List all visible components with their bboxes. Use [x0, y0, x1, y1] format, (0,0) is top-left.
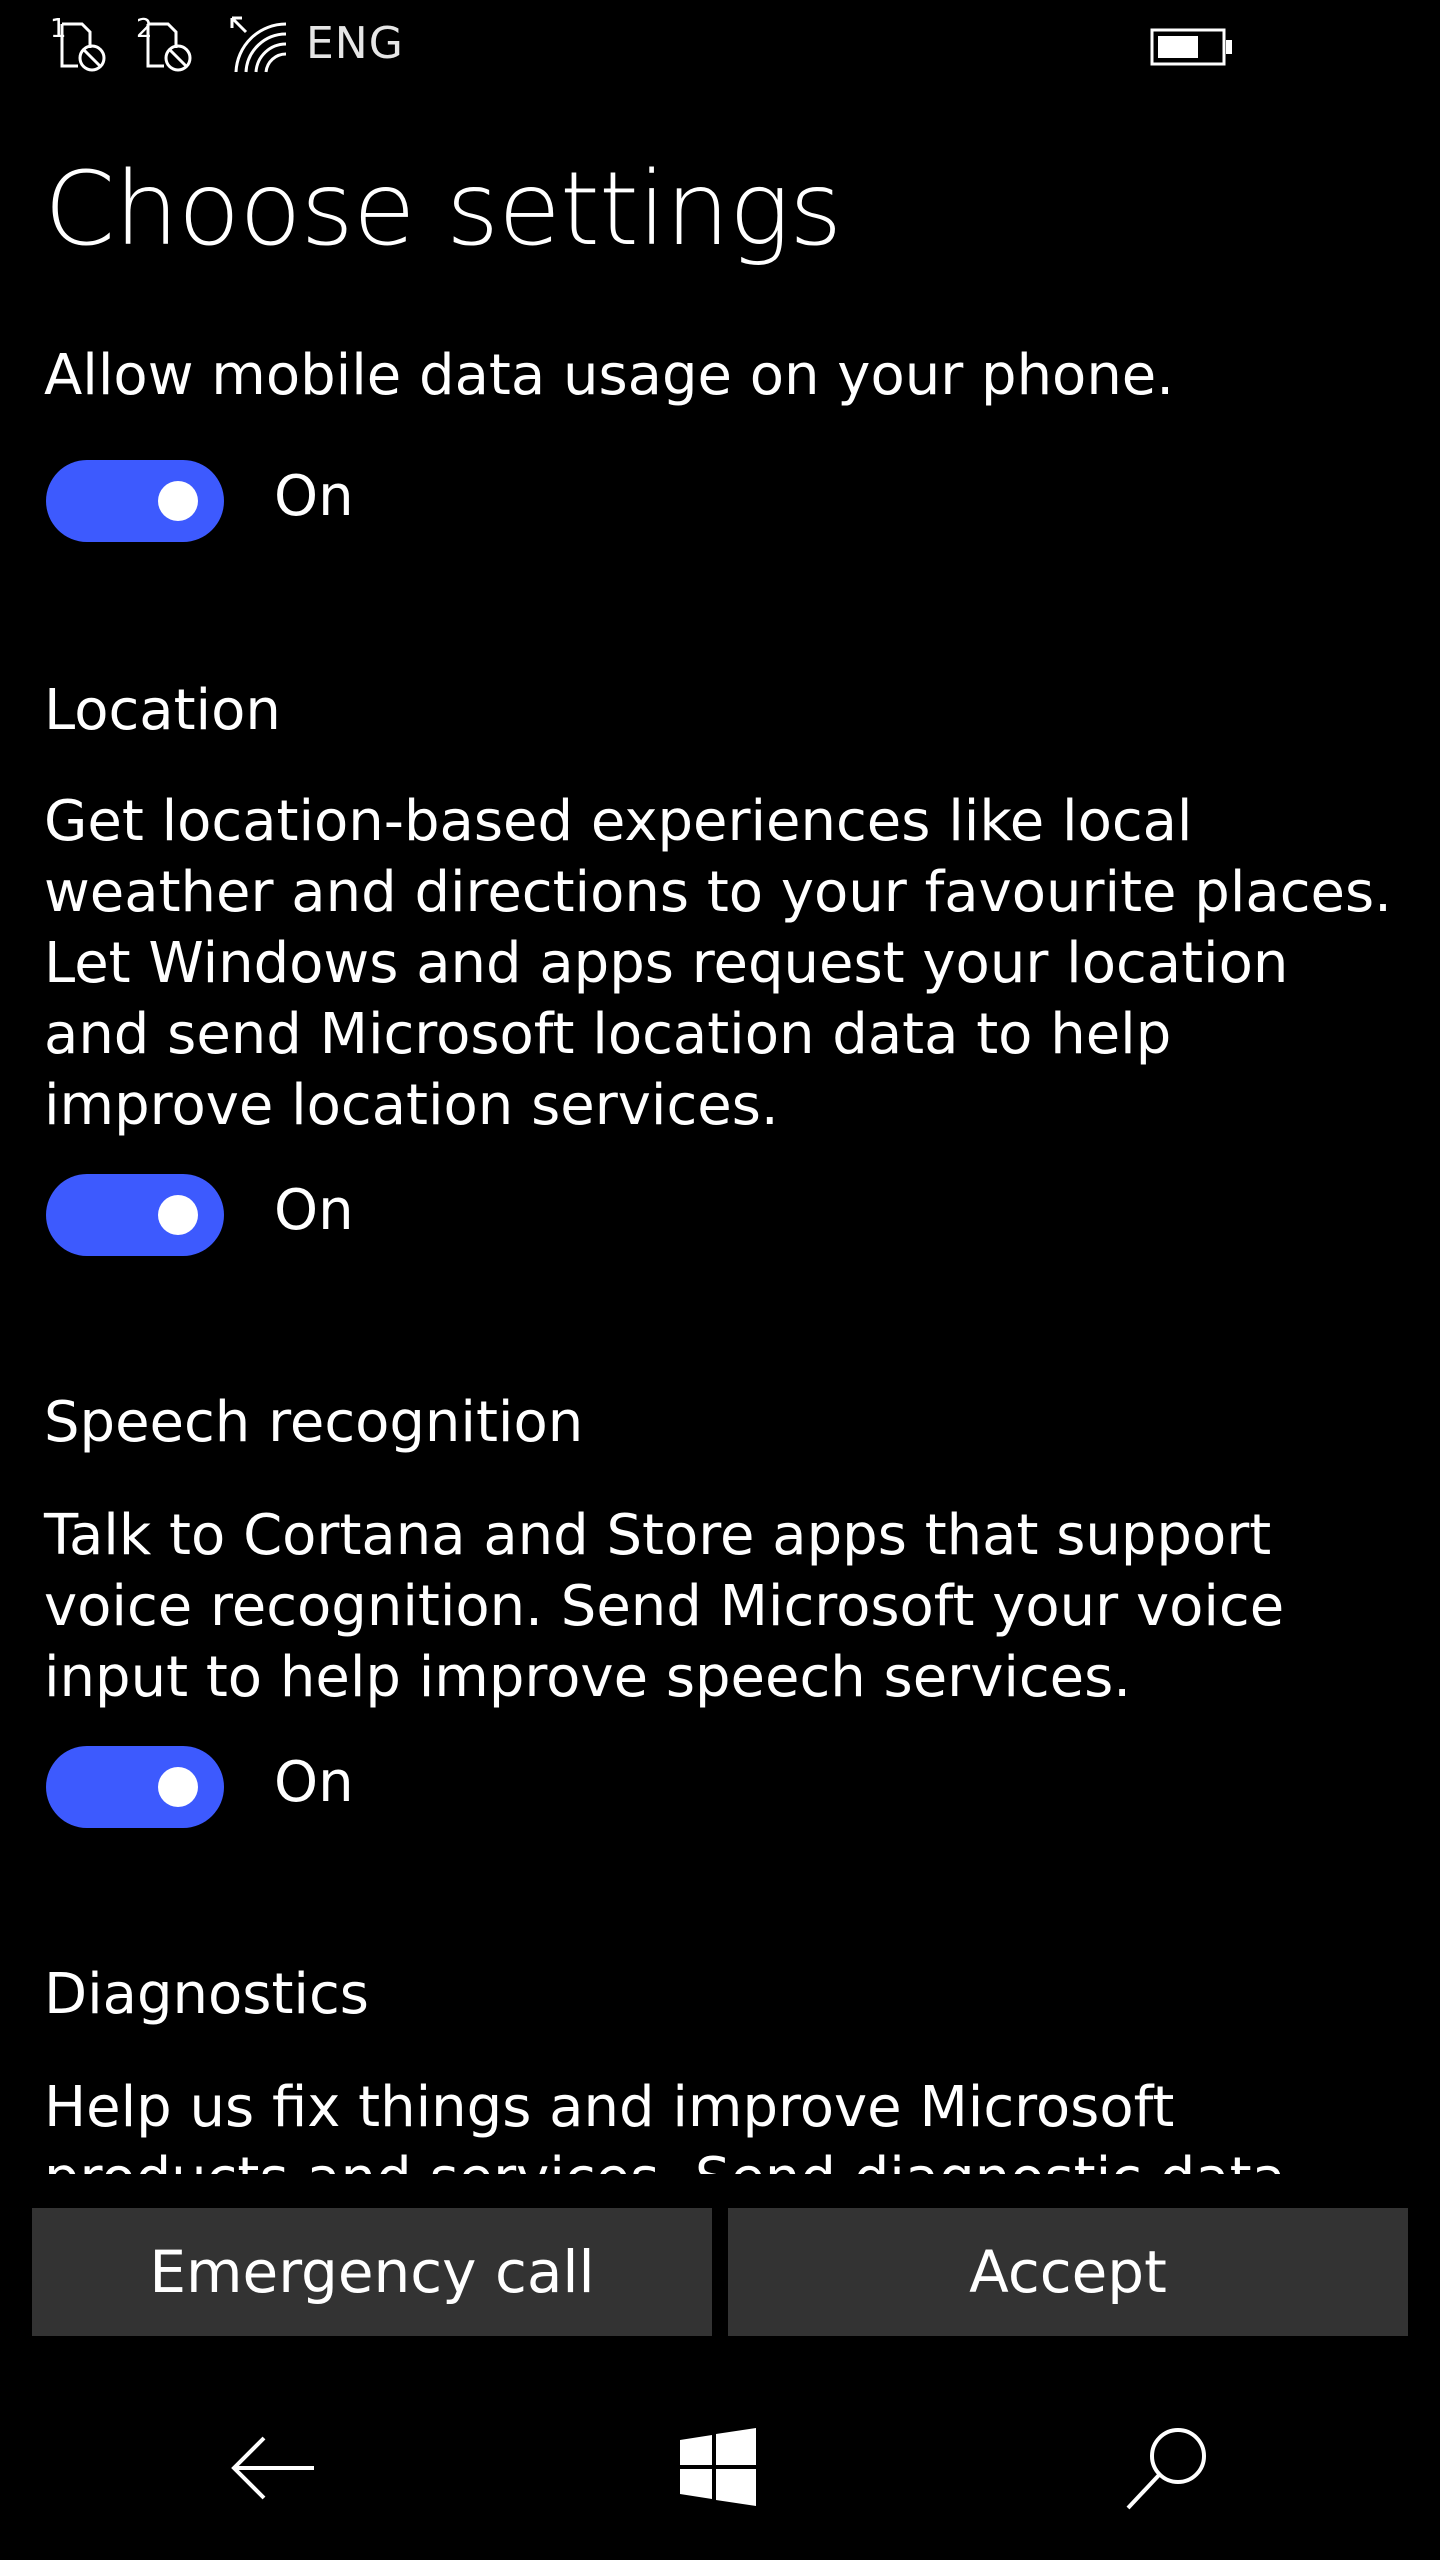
speech-description: Talk to Cortana and Store apps that supp…	[44, 1503, 1285, 1710]
speech-description-block: Talk to Cortana and Store apps that supp…	[44, 1500, 1404, 1713]
speech-toggle[interactable]	[46, 1746, 224, 1828]
scroll-clip-area[interactable]: Help us fix things and improve Microsoft…	[0, 2050, 1440, 2174]
location-heading: Location	[44, 678, 281, 743]
status-bar: 1 2 ENG	[0, 0, 1440, 92]
navigation-bar	[0, 2380, 1440, 2560]
location-toggle-row: On	[46, 1174, 646, 1258]
location-description-block: Get location-based experiences like loca…	[44, 786, 1404, 1141]
speech-section: Speech recognition	[44, 1390, 1404, 1455]
search-icon[interactable]	[1118, 2418, 1218, 2518]
speech-toggle-row: On	[46, 1746, 646, 1830]
location-section: Location	[44, 678, 1404, 743]
mobile-data-toggle[interactable]	[46, 460, 224, 542]
page-title: Choose settings	[44, 150, 842, 269]
mobile-data-section: Allow mobile data usage on your phone.	[44, 340, 1404, 411]
location-toggle[interactable]	[46, 1174, 224, 1256]
mobile-data-toggle-state: On	[274, 464, 354, 529]
language-indicator: ENG	[306, 18, 404, 69]
mobile-data-description: Allow mobile data usage on your phone.	[44, 343, 1175, 408]
diagnostics-description: Help us fix things and improve Microsoft…	[44, 2075, 1286, 2174]
sim-2-no-service-icon: 2	[136, 14, 200, 76]
diagnostics-section: Diagnostics	[44, 1962, 1404, 2027]
toggle-knob	[158, 1767, 198, 1807]
back-arrow-icon[interactable]	[222, 2418, 322, 2518]
sim-1-no-service-icon: 1	[50, 14, 114, 76]
accept-button[interactable]: Accept	[728, 2208, 1408, 2336]
windows-start-icon[interactable]	[668, 2418, 768, 2518]
toggle-knob	[158, 1195, 198, 1235]
wifi-icon	[228, 14, 292, 76]
speech-heading: Speech recognition	[44, 1390, 584, 1455]
diagnostics-heading: Diagnostics	[44, 1962, 369, 2027]
emergency-call-button[interactable]: Emergency call	[32, 2208, 712, 2336]
mobile-data-toggle-row: On	[46, 460, 646, 544]
battery-icon	[1150, 28, 1234, 66]
location-description: Get location-based experiences like loca…	[44, 789, 1392, 1138]
location-toggle-state: On	[274, 1178, 354, 1243]
speech-toggle-state: On	[274, 1750, 354, 1815]
diagnostics-description-block: Help us fix things and improve Microsoft…	[44, 2072, 1404, 2174]
toggle-knob	[158, 481, 198, 521]
